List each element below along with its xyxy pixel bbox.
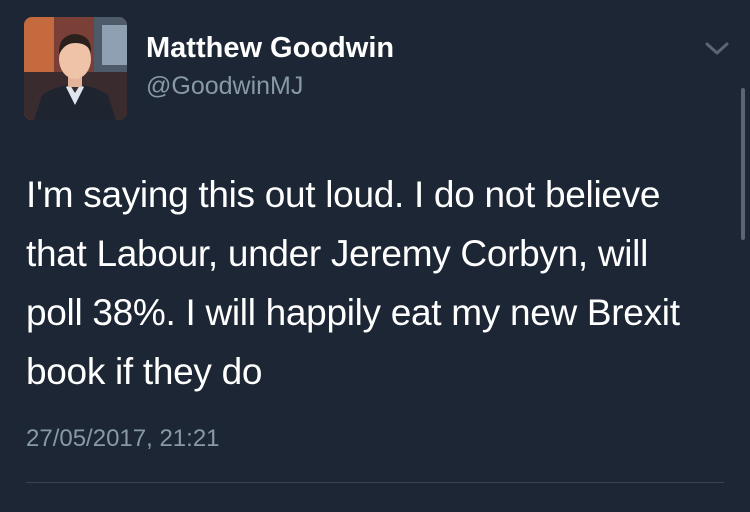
- tweet-card: Matthew Goodwin @GoodwinMJ I'm saying th…: [0, 0, 750, 512]
- profile-photo-icon: [24, 17, 127, 120]
- scrollbar[interactable]: [741, 88, 745, 240]
- user-handle[interactable]: @GoodwinMJ: [146, 72, 303, 101]
- tweet-timestamp[interactable]: 27/05/2017, 21:21: [26, 425, 220, 453]
- tweet-text: I'm saying this out loud. I do not belie…: [26, 174, 680, 392]
- display-name[interactable]: Matthew Goodwin: [146, 32, 394, 65]
- avatar[interactable]: [24, 17, 127, 120]
- chevron-down-icon[interactable]: [703, 38, 731, 58]
- divider: [26, 482, 724, 483]
